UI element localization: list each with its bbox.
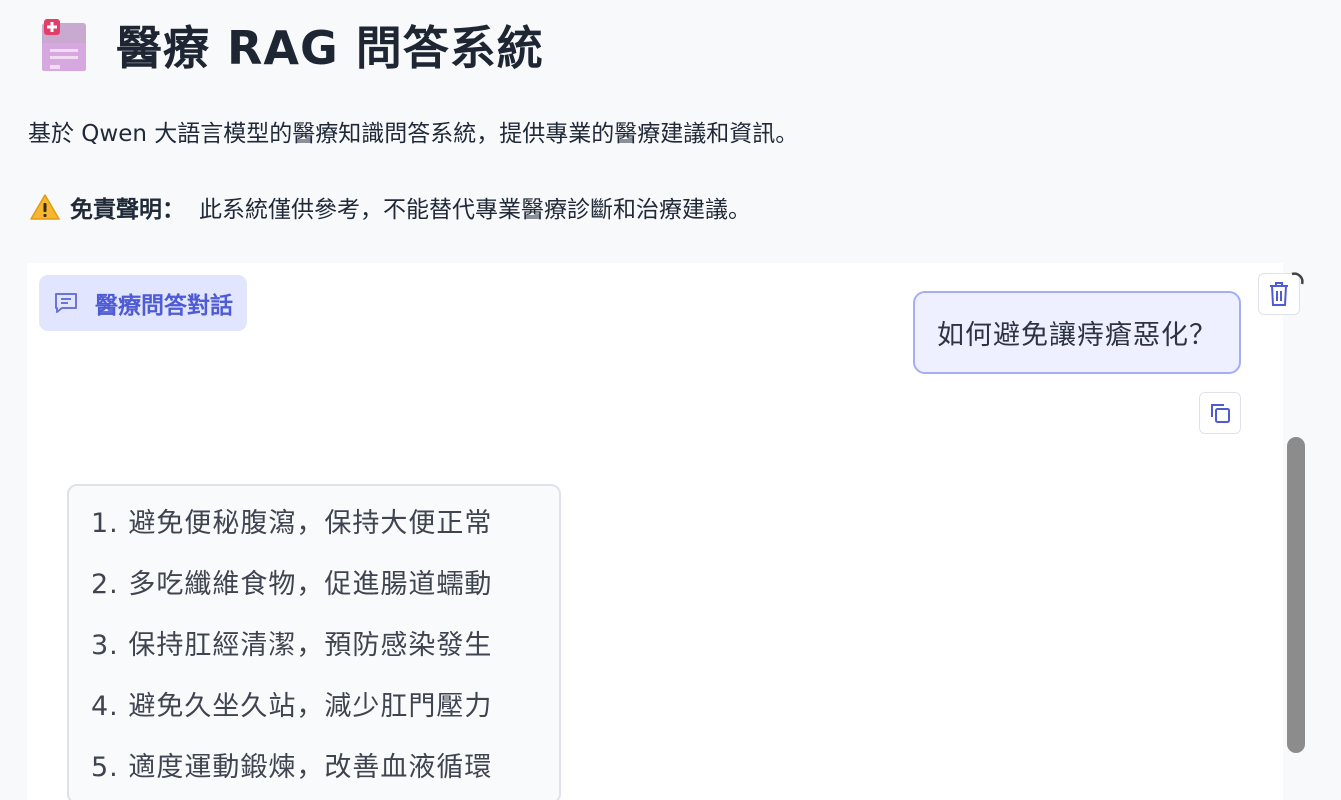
disclaimer: 免責聲明： 此系統僅供參考，不能替代專業醫療診斷和治療建議。 xyxy=(30,190,751,224)
bot-message-line: 1. 避免便秘腹瀉，保持大便正常 xyxy=(91,508,493,539)
page-subtitle: 基於 Qwen 大語言模型的醫療知識問答系統，提供專業的醫療建議和資訊。 xyxy=(28,121,799,147)
bot-message: 1. 避免便秘腹瀉，保持大便正常 2. 多吃纖維食物，促進腸道蠕動 3. 保持肛… xyxy=(67,484,561,800)
bot-message-line: 3. 保持肛經清潔，預防感染發生 xyxy=(91,630,493,661)
user-message: 如何避免讓痔瘡惡化？ xyxy=(913,291,1241,374)
bot-message-line: 2. 多吃纖維食物，促進腸道蠕動 xyxy=(91,569,493,600)
copy-button[interactable] xyxy=(1199,392,1241,434)
bot-message-line: 5. 適度運動鍛煉，改善血液循環 xyxy=(91,752,493,783)
medical-clipboard-icon xyxy=(42,19,86,71)
header: 醫療 RAG 問答系統 xyxy=(40,12,544,78)
disclaimer-label: 免責聲明： xyxy=(70,197,185,223)
bot-message-line: 4. 避免久坐久站，減少肛門壓力 xyxy=(91,691,493,722)
disclaimer-text: 此系統僅供參考，不能替代專業醫療診斷和治療建議。 xyxy=(199,197,751,223)
copy-icon xyxy=(1211,404,1230,423)
page-title: 醫療 RAG 問答系統 xyxy=(116,21,544,75)
trash-icon xyxy=(1270,282,1288,306)
warning-icon xyxy=(30,194,60,220)
app-page: 醫療 RAG 問答系統 基於 Qwen 大語言模型的醫療知識問答系統，提供專業的… xyxy=(0,0,1341,800)
chat-panel: 醫療問答對話 如何避免讓痔瘡惡化？ 1. 避免便秘腹瀉，保持大便正常 2. 多吃… xyxy=(27,263,1283,800)
loading-spinner-icon xyxy=(1291,272,1304,285)
chat-icon xyxy=(55,293,77,313)
chat-panel-tag: 醫療問答對話 xyxy=(39,275,247,331)
chat-scrollbar-thumb[interactable] xyxy=(1287,437,1305,753)
chat-panel-label: 醫療問答對話 xyxy=(95,293,233,319)
